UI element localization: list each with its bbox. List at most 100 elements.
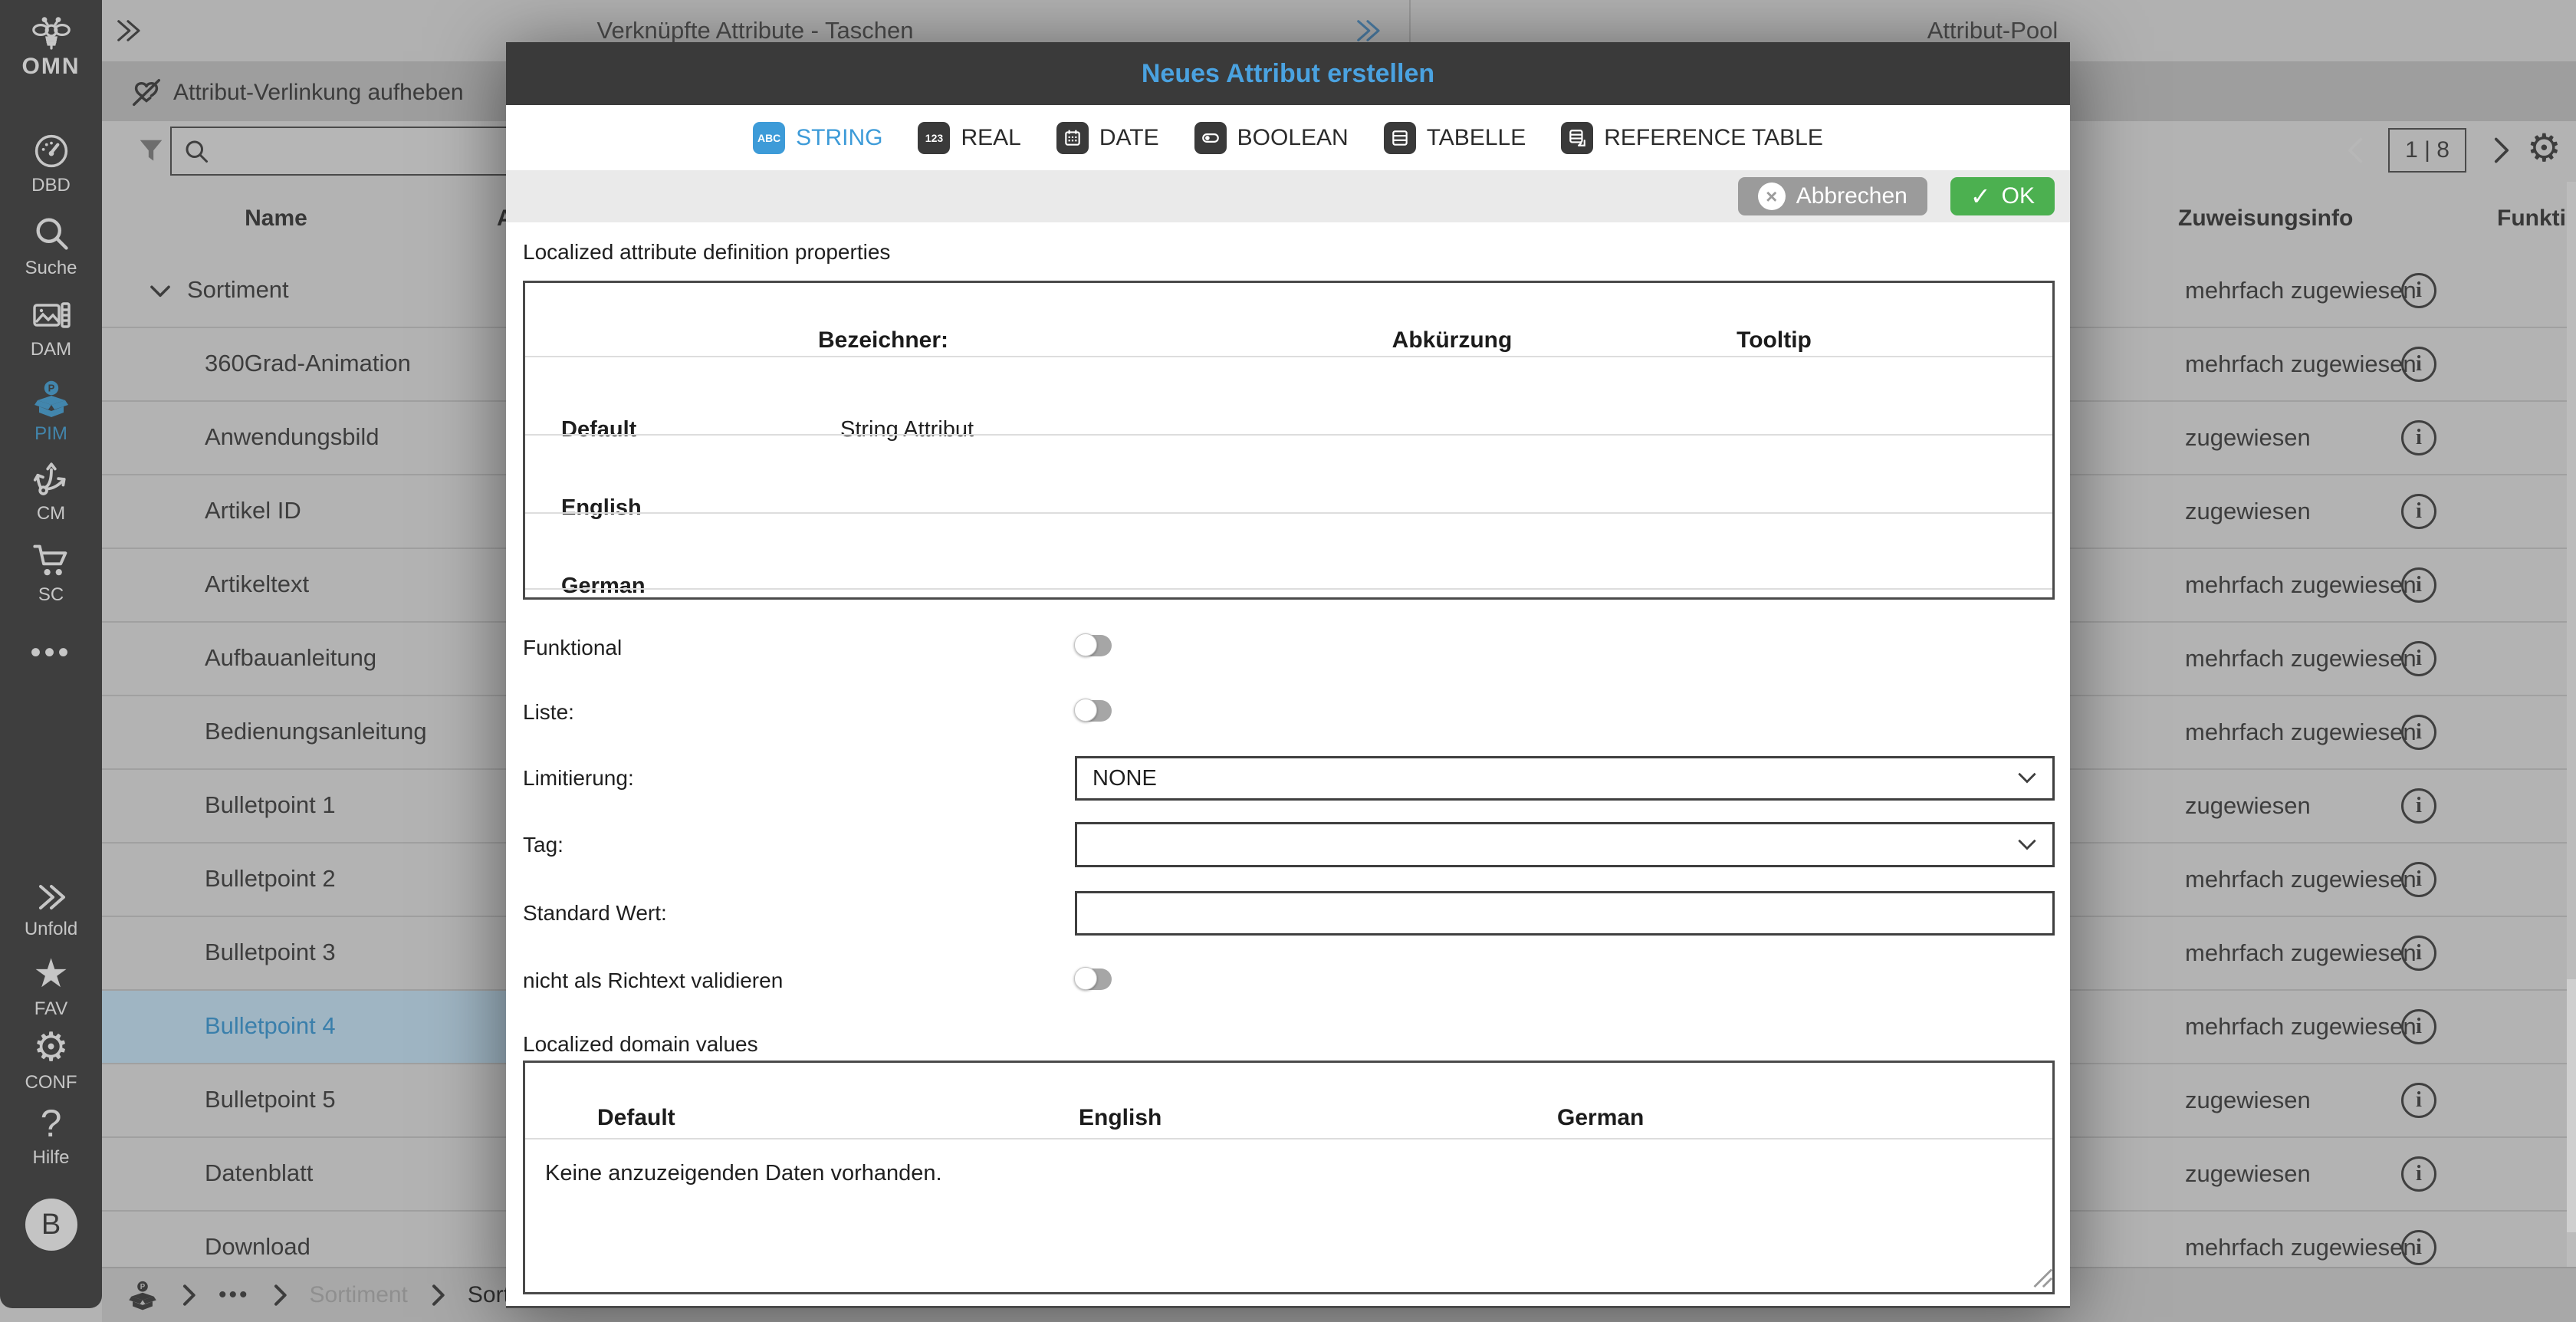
sidebar-item-unfold[interactable]: Unfold [0,880,102,940]
info-icon[interactable]: i [2401,347,2436,382]
column-header-funktion[interactable]: Funktion [2497,206,2576,232]
sidebar-item-hilfe[interactable]: ? Hilfe [0,1104,102,1169]
breadcrumb-parent[interactable]: Sortiment [310,1282,408,1308]
info-icon[interactable]: i [2401,1156,2436,1192]
page-prev-icon[interactable] [2342,135,2368,166]
limitierung-select[interactable]: NONE [1075,756,2055,801]
row-value-default[interactable]: String Attribut [840,417,974,442]
resize-handle[interactable] [2028,1263,2054,1289]
assignment-status: zugewiesen [2185,1160,2311,1188]
info-icon[interactable]: i [2401,1083,2436,1118]
scrollbar-track[interactable] [2567,182,2576,1267]
unlink-attributes-label: Attribut-Verlinkung aufheben [173,80,464,106]
svg-text:P: P [140,1283,146,1291]
tab-date[interactable]: DATE [1056,122,1159,154]
chevron-down-icon [2017,772,2037,784]
field-label-limitierung: Limitierung: [523,766,634,791]
sidebar-item-fav[interactable]: ★ FAV [0,954,102,1020]
pim-box-icon[interactable]: P [127,1279,159,1311]
assignment-status: mehrfach zugewiesen [2185,277,2417,304]
assignment-status: mehrfach zugewiesen [2185,350,2417,378]
info-icon[interactable]: i [2401,1230,2436,1265]
field-label-richtext: nicht als Richtext validieren [523,968,783,993]
scrollbar-thumb[interactable] [2567,979,2576,1232]
localized-definition-table: Bezeichner: Abkürzung Tooltip Default St… [523,281,2055,600]
info-icon[interactable]: i [2401,862,2436,897]
tab-boolean[interactable]: BOOLEAN [1194,122,1349,154]
assignment-status: mehrfach zugewiesen [2185,866,2417,893]
field-label-liste: Liste: [523,700,574,725]
col-header-english: English [1079,1105,1162,1131]
cancel-button[interactable]: × Abbrechen [1738,177,1927,215]
chevron-right-icon [428,1284,448,1307]
sidebar-item-dam[interactable]: DAM [0,298,102,360]
section-label-definition-properties: Localized attribute definition propertie… [523,240,890,265]
row-name: Bulletpoint 5 [205,1064,336,1135]
info-icon[interactable]: i [2401,420,2436,455]
sidebar-item-conf[interactable]: ⚙ CONF [0,1028,102,1093]
row-name: 360Grad-Animation [205,328,411,399]
localized-domain-values-table: Default English German Keine anzuzeigend… [523,1061,2055,1294]
avatar[interactable]: B [25,1199,77,1251]
chevron-down-icon[interactable] [146,276,175,305]
info-icon[interactable]: i [2401,936,2436,971]
sidebar-item-cm[interactable]: CM [0,460,102,525]
dialog-title: Neues Attribut erstellen [1142,59,1434,89]
dashboard-icon [0,132,102,170]
row-name: Artikeltext [205,549,309,620]
table-settings-gear-icon[interactable]: ⚙ [2527,129,2561,167]
info-icon[interactable]: i [2401,494,2436,529]
star-icon: ★ [33,952,69,996]
info-icon[interactable]: i [2401,273,2436,308]
row-name: Sortiment [187,255,289,325]
liste-toggle[interactable] [1075,700,1112,722]
field-label-standard-wert: Standard Wert: [523,901,667,926]
field-label-funktional: Funktional [523,636,622,660]
collapse-left-panel-icon[interactable] [112,15,144,46]
row-name: Bulletpoint 2 [205,844,336,914]
collapse-right-panel-icon[interactable] [1352,15,1384,46]
row-name: Bulletpoint 1 [205,770,336,840]
sidebar-item-sc[interactable]: SC [0,541,102,606]
ok-button[interactable]: ✓ OK [1950,177,2055,215]
123-icon: 123 [918,122,950,154]
sidebar-item-suche[interactable]: Suche [0,213,102,279]
sidebar-item-dbd[interactable]: DBD [0,132,102,196]
breadcrumb: P ••• Sortiment Sortiment [127,1279,566,1311]
row-name: Anwendungsbild [205,402,380,472]
assignment-status: mehrfach zugewiesen [2185,1234,2417,1261]
info-icon[interactable]: i [2401,715,2436,750]
standard-wert-input[interactable] [1075,891,2055,936]
row-name: Bulletpoint 3 [205,917,336,988]
breadcrumb-ellipsis[interactable]: ••• [219,1282,250,1308]
filter-icon[interactable] [136,136,166,166]
new-attribute-dialog: Neues Attribut erstellen ABC STRING 123 … [506,42,2070,1308]
tab-reference-table[interactable]: REFERENCE TABLE [1561,122,1823,154]
abc-icon: ABC [753,122,785,154]
column-header-name[interactable]: Name [245,206,307,232]
info-icon[interactable]: i [2401,1009,2436,1044]
column-header-zuweisungsinfo[interactable]: Zuweisungsinfo [2178,206,2353,232]
row-lang-german: German [561,574,646,599]
tag-select[interactable] [1075,822,2055,867]
richtext-toggle[interactable] [1075,968,1112,990]
assignment-status: zugewiesen [2185,498,2311,525]
info-icon[interactable]: i [2401,788,2436,824]
tab-tabelle[interactable]: TABELLE [1384,122,1526,154]
tab-real[interactable]: 123 REAL [918,122,1020,154]
info-icon[interactable]: i [2401,641,2436,676]
unlink-attributes-button[interactable]: Attribut-Verlinkung aufheben [129,75,464,110]
row-name: Bedienungsanleitung [205,696,427,767]
page-indicator: 1 | 8 [2388,128,2466,173]
tab-string[interactable]: ABC STRING [753,122,882,154]
sidebar-item-pim[interactable]: P PIM [0,379,102,445]
svg-text:P: P [48,383,54,394]
funktional-toggle[interactable] [1075,635,1112,656]
dialog-title-bar: Neues Attribut erstellen [506,42,2070,105]
assignment-status: mehrfach zugewiesen [2185,1013,2417,1041]
info-icon[interactable]: i [2401,567,2436,603]
col-header-german: German [1557,1105,1644,1131]
sidebar-item-more[interactable]: ••• [0,635,102,670]
page-next-icon[interactable] [2489,135,2515,166]
app-logo[interactable]: OMN [0,17,102,80]
